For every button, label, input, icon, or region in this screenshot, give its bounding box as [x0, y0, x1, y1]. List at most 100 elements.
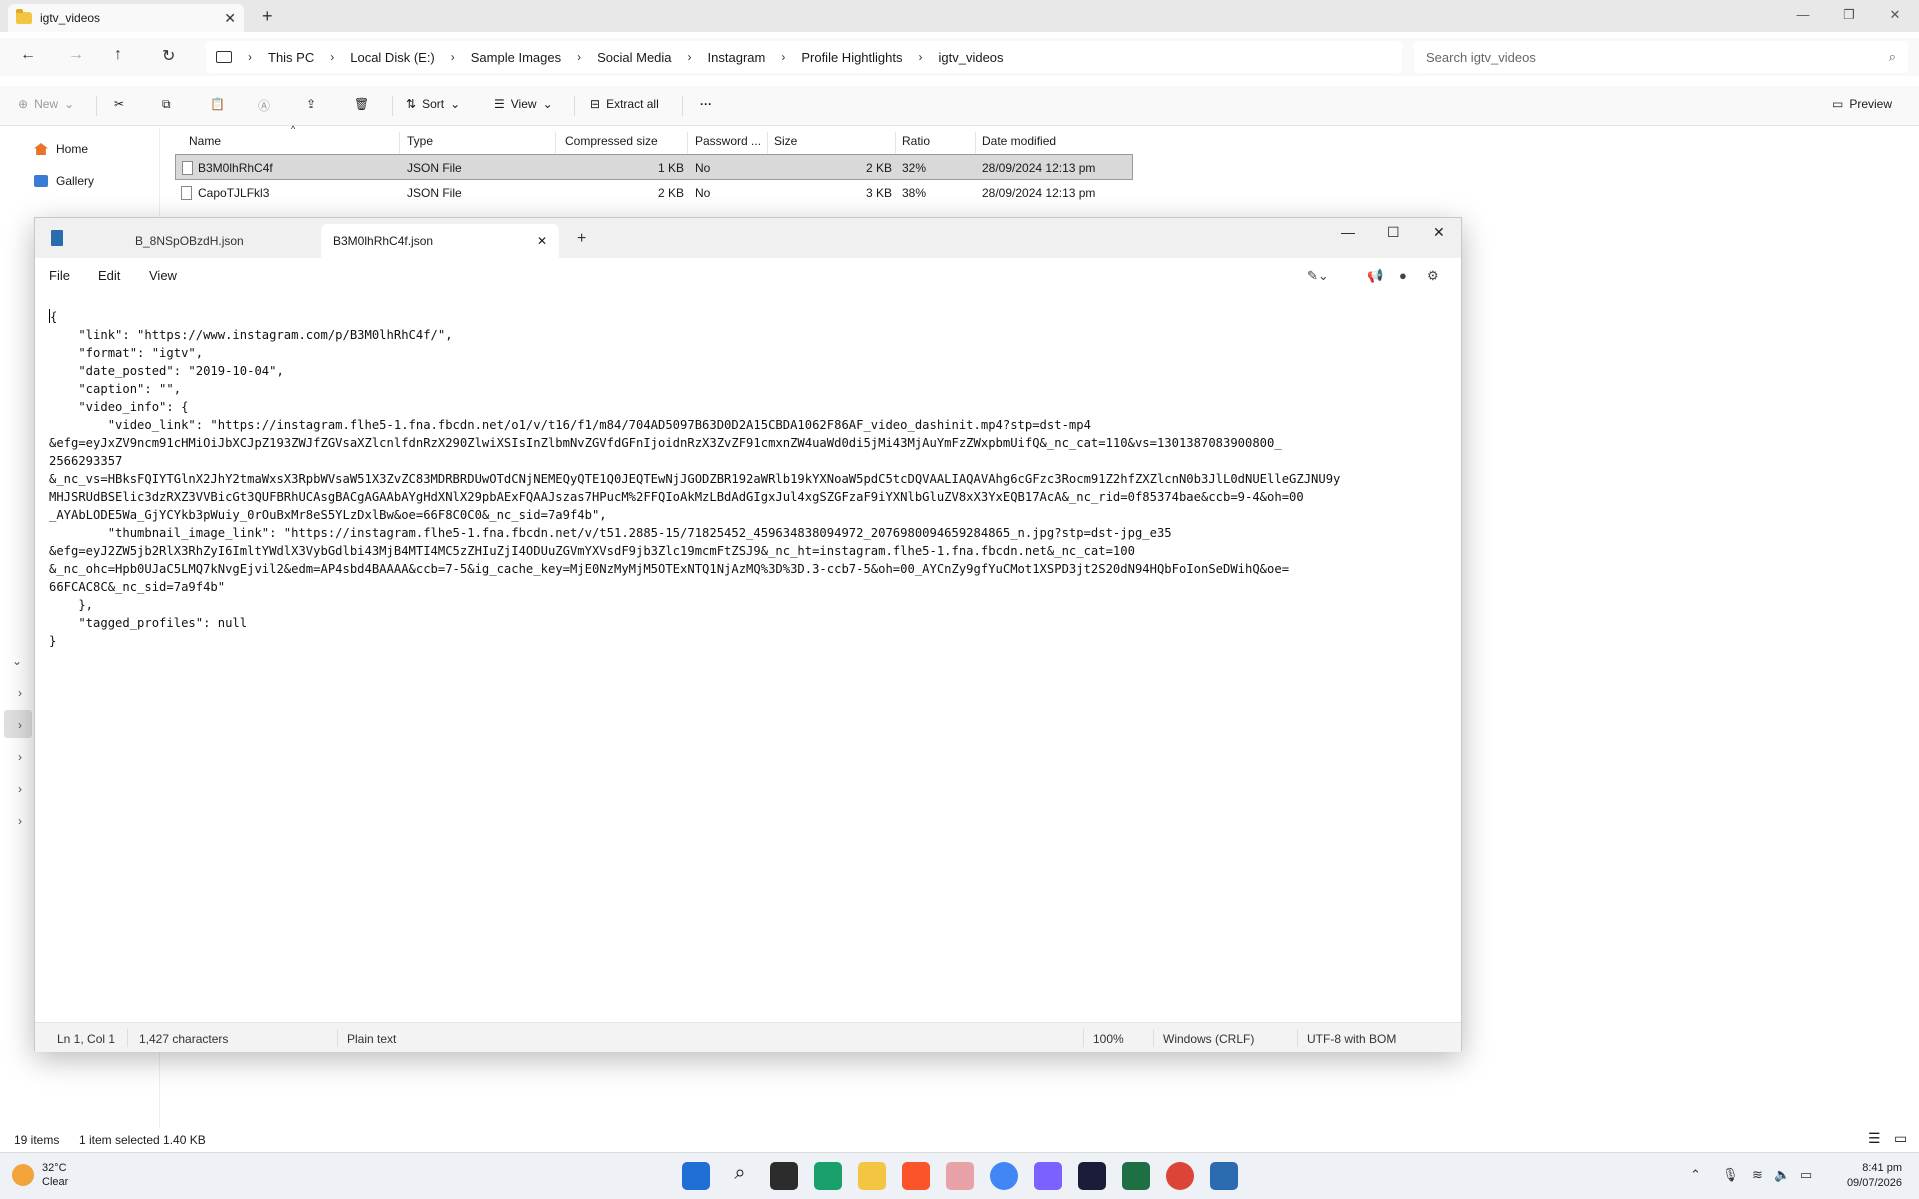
battery-icon[interactable]: ▭ — [1800, 1167, 1812, 1183]
encoding[interactable]: UTF-8 with BOM — [1307, 1032, 1396, 1046]
breadcrumb[interactable]: › This PC › Local Disk (E:) › Sample Ima… — [206, 41, 1402, 73]
restore-button[interactable]: ❐ — [1826, 4, 1872, 28]
share-icon[interactable]: ⇪ — [306, 97, 316, 111]
more-options-button[interactable]: ··· — [700, 97, 712, 111]
delete-icon[interactable]: 🗑 — [354, 97, 369, 111]
up-button[interactable]: ↑ — [114, 46, 122, 64]
menu-edit[interactable]: Edit — [98, 268, 120, 283]
tiles-view-icon[interactable]: ▭ — [1894, 1130, 1907, 1147]
close-tab-icon[interactable]: ✕ — [537, 234, 547, 248]
explorer-tab[interactable]: igtv_videos ✕ — [8, 4, 244, 32]
system-clock[interactable]: 8:41 pm 09/07/2026 — [1836, 1161, 1902, 1191]
close-tab-icon[interactable]: ✕ — [224, 10, 236, 27]
copilot-icon[interactable]: ✎⌄ — [1307, 268, 1329, 284]
announcement-icon[interactable]: 📢 — [1367, 268, 1383, 284]
maximize-button[interactable]: ☐ — [1387, 224, 1400, 241]
col-password[interactable]: Password ... — [695, 134, 761, 148]
task-view-icon[interactable] — [770, 1162, 798, 1190]
menu-view[interactable]: View — [149, 268, 177, 283]
chevron-down-icon[interactable]: ⌄ — [12, 654, 22, 668]
close-window-button[interactable]: ✕ — [1433, 224, 1445, 241]
chevron-right-icon[interactable]: › — [680, 50, 700, 64]
extract-all-button[interactable]: ⊟ Extract all — [590, 97, 659, 111]
nav-home[interactable]: Home — [34, 142, 88, 156]
col-ratio[interactable]: Ratio — [902, 134, 930, 148]
chrome-icon[interactable] — [990, 1162, 1018, 1190]
slack-icon[interactable] — [946, 1162, 974, 1190]
chevron-right-icon[interactable]: › — [18, 686, 22, 700]
chevron-right-icon[interactable]: › — [443, 50, 463, 64]
chevron-right-icon[interactable]: › — [322, 50, 342, 64]
search-icon[interactable]: ⌕ — [726, 1162, 754, 1190]
copy-icon[interactable]: ⧉ — [162, 97, 171, 112]
refresh-button[interactable]: ↻ — [162, 46, 175, 66]
weather-widget[interactable]: 32°C Clear — [12, 1161, 68, 1189]
breadcrumb-local-disk[interactable]: Local Disk (E:) — [342, 50, 443, 65]
clock-date: 09/07/2026 — [1846, 1177, 1902, 1189]
menu-file[interactable]: File — [49, 268, 70, 283]
chevron-right-icon[interactable]: › — [773, 50, 793, 64]
chevron-right-icon[interactable]: › — [18, 814, 22, 828]
col-size[interactable]: Size — [774, 134, 797, 148]
column-headers: Name ^ Type Compressed size Password ...… — [175, 124, 1135, 154]
chevron-right-icon[interactable]: › — [911, 50, 931, 64]
cut-icon[interactable]: ✂ — [114, 97, 124, 111]
chevron-up-icon[interactable]: ⌃ — [1690, 1167, 1701, 1183]
col-type[interactable]: Type — [407, 134, 433, 148]
chevron-right-icon[interactable]: › — [240, 50, 260, 64]
breadcrumb-sample-images[interactable]: Sample Images — [463, 50, 569, 65]
new-tab-button[interactable]: + — [577, 230, 586, 248]
tab-b3m0lhrhc4f[interactable]: B3M0lhRhC4f.json ✕ — [321, 224, 559, 258]
preview-button[interactable]: ▭ Preview — [1832, 97, 1892, 111]
file-explorer-icon[interactable] — [858, 1162, 886, 1190]
new-button[interactable]: ⊕ New ⌄ — [18, 97, 74, 111]
notepad-taskbar-icon[interactable] — [1210, 1162, 1238, 1190]
start-button[interactable] — [682, 1162, 710, 1190]
chevron-right-icon[interactable]: › — [18, 782, 22, 796]
text-editor[interactable]: { "link": "https://www.instagram.com/p/B… — [35, 292, 1461, 992]
microphone-icon[interactable]: 🎙 — [1722, 1167, 1739, 1183]
zoom-level[interactable]: 100% — [1093, 1032, 1124, 1046]
col-name[interactable]: Name — [189, 134, 221, 148]
wifi-icon[interactable]: ≋ — [1752, 1167, 1763, 1183]
back-button[interactable]: ← — [20, 46, 36, 64]
volume-icon[interactable]: 🔈 — [1774, 1167, 1790, 1183]
chrome-profile-icon[interactable] — [1166, 1162, 1194, 1190]
forward-button[interactable]: → — [68, 46, 84, 64]
col-compressed[interactable]: Compressed size — [565, 134, 658, 148]
minimize-button[interactable]: — — [1341, 224, 1355, 240]
nav-gallery[interactable]: Gallery — [34, 174, 94, 188]
view-button[interactable]: ☰ View ⌄ — [494, 97, 553, 111]
excel-icon[interactable] — [1122, 1162, 1150, 1190]
details-view-icon[interactable]: ☰ — [1868, 1130, 1881, 1147]
col-date[interactable]: Date modified — [982, 134, 1056, 148]
table-row[interactable]: B3M0lhRhC4f JSON File 1 KB No 2 KB 32% 2… — [175, 154, 1133, 180]
chevron-right-icon[interactable]: › — [569, 50, 589, 64]
file-size: 3 KB — [866, 186, 893, 200]
account-icon[interactable]: ● — [1399, 268, 1407, 283]
new-tab-button[interactable]: + — [262, 6, 273, 27]
line-ending[interactable]: Windows (CRLF) — [1163, 1032, 1254, 1046]
breadcrumb-instagram[interactable]: Instagram — [700, 50, 774, 65]
brave-browser-icon[interactable] — [902, 1162, 930, 1190]
breadcrumb-social-media[interactable]: Social Media — [589, 50, 679, 65]
settings-gear-icon[interactable]: ⚙ — [1427, 268, 1439, 284]
sort-button[interactable]: ⇅ Sort ⌄ — [406, 97, 460, 111]
chevron-right-icon[interactable]: › — [18, 718, 22, 732]
editor-content[interactable]: { "link": "https://www.instagram.com/p/B… — [49, 308, 1340, 650]
breadcrumb-this-pc[interactable]: This PC — [260, 50, 322, 65]
chevron-right-icon[interactable]: › — [18, 750, 22, 764]
breadcrumb-igtv-videos[interactable]: igtv_videos — [931, 50, 1012, 65]
close-window-button[interactable]: ✕ — [1872, 4, 1918, 28]
paste-icon[interactable]: 📋 — [210, 97, 225, 111]
search-input[interactable]: Search igtv_videos ⌕ — [1414, 41, 1908, 73]
rename-icon[interactable]: Ⓐ — [258, 97, 270, 114]
pycharm-icon[interactable] — [814, 1162, 842, 1190]
teamviewer-icon[interactable] — [1078, 1162, 1106, 1190]
divider — [1083, 1029, 1084, 1047]
app-icon[interactable] — [1034, 1162, 1062, 1190]
table-row[interactable]: CapoTJLFkl3 JSON File 2 KB No 3 KB 38% 2… — [175, 180, 1133, 206]
breadcrumb-profile-highlights[interactable]: Profile Hightlights — [793, 50, 910, 65]
tab-b8nspobzdh[interactable]: B_8NSpOBzdH.json — [81, 224, 357, 258]
minimize-button[interactable]: — — [1780, 4, 1826, 28]
